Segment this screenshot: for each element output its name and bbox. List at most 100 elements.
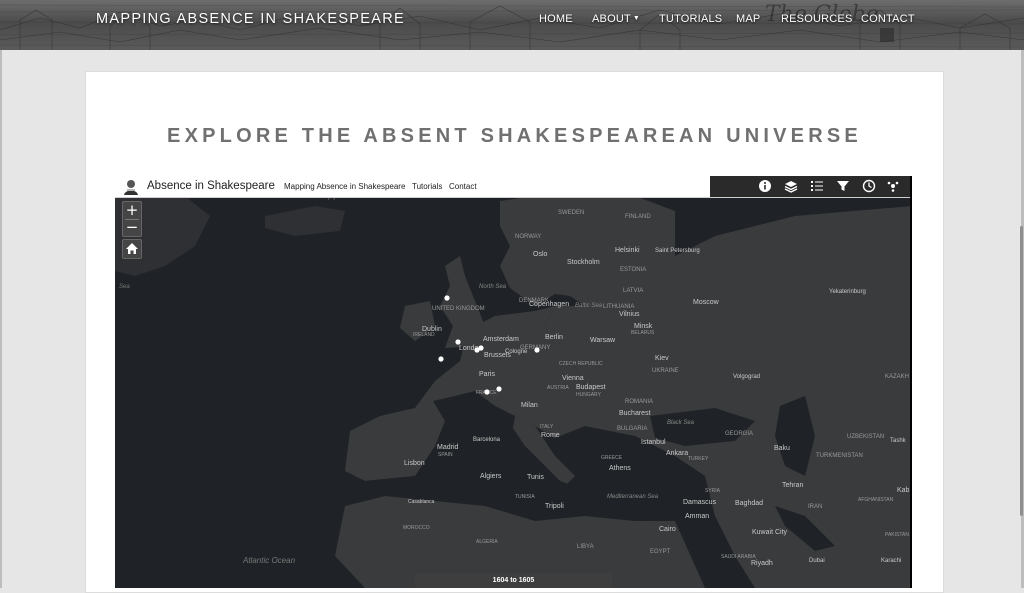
toolbar — [710, 176, 912, 197]
map-frame-edge — [910, 176, 912, 588]
site-header: The Globe MAPPING ABSENCE IN SHAKESPEARE… — [0, 0, 1024, 50]
map-label: NORWAY — [515, 234, 541, 240]
page-edge-left — [0, 50, 2, 588]
map-label: Baku — [774, 445, 790, 452]
home-button[interactable] — [122, 239, 142, 259]
nav-about-label: ABOUT — [592, 13, 631, 25]
scrollbar-thumb[interactable] — [1020, 226, 1023, 516]
nav-contact[interactable]: CONTACT — [861, 13, 915, 25]
map-label: LITHUANIA — [603, 304, 634, 310]
map-label: EGYPT — [650, 549, 671, 555]
locate-icon[interactable] — [886, 179, 900, 193]
map-label: Budapest — [576, 384, 606, 391]
map-label: Milan — [521, 402, 538, 409]
location-marker[interactable] — [478, 345, 484, 351]
location-marker[interactable] — [534, 347, 540, 353]
map-label: Atlantic Ocean — [242, 556, 296, 565]
nav-home[interactable]: HOME — [539, 13, 573, 25]
map-label: FINLAND — [625, 214, 651, 220]
map-label: Baghdad — [735, 500, 763, 507]
map-label: Mediterranean Sea — [607, 494, 659, 500]
map-label: Saint Petersburg — [655, 248, 700, 254]
map-label: Tripoli — [545, 503, 564, 510]
map-label: IRAN — [808, 504, 822, 510]
location-marker[interactable] — [484, 389, 490, 395]
page-title: EXPLORE THE ABSENT SHAKESPEAREAN UNIVERS… — [167, 125, 862, 147]
map-app-header: Absence in Shakespeare Mapping Absence i… — [115, 176, 912, 198]
map-label: Sea — [119, 284, 130, 290]
location-marker[interactable] — [455, 339, 461, 345]
map-label: Amsterdam — [483, 336, 519, 343]
map-label: UZBEKISTAN — [847, 434, 884, 440]
map-label: TURKMENISTAN — [816, 453, 863, 459]
map-label: Minsk — [634, 323, 653, 330]
map-canvas[interactable]: Reykjavik SWEDEN FINLAND NORWAY Oslo Hel… — [115, 176, 912, 588]
link-mapping-absence[interactable]: Mapping Absence in Shakespeare — [284, 182, 405, 191]
map-label: Athens — [609, 465, 631, 472]
map-label: Stockholm — [567, 259, 600, 266]
nav-map[interactable]: MAP — [736, 13, 760, 25]
map-label: Moscow — [693, 299, 720, 306]
map-label: Lisbon — [404, 460, 425, 467]
map-label: LATVIA — [623, 288, 643, 294]
layers-icon[interactable] — [784, 179, 798, 193]
map-label: Black Sea — [667, 420, 695, 426]
map-label: Copenhagen — [529, 301, 569, 308]
time-range-panel[interactable]: 1604 to 1605 — [415, 573, 612, 588]
map-label: AUSTRIA — [547, 385, 569, 391]
map-label: Amman — [685, 513, 709, 520]
map-label: BULGARIA — [617, 426, 647, 432]
filter-icon[interactable] — [836, 179, 850, 193]
map-label: AFGHANISTAN — [858, 497, 894, 503]
nav-about[interactable]: ABOUT ▼ — [592, 13, 640, 25]
map-label: MOROCCO — [403, 525, 430, 531]
map-label: TUNISIA — [515, 494, 535, 500]
map-label: TURKEY — [688, 456, 709, 462]
map-label: KAZAKH — [885, 374, 909, 380]
zoom-in-button[interactable]: + — [123, 202, 141, 219]
link-contact[interactable]: Contact — [449, 182, 477, 191]
nav-resources[interactable]: RESOURCES — [781, 13, 852, 25]
map-label: ROMANIA — [625, 399, 653, 405]
zoom-out-button[interactable]: − — [123, 219, 141, 236]
map-label: UKRAINE — [652, 368, 679, 374]
map-label: Dubai — [809, 558, 825, 564]
map-label: HUNGARY — [576, 392, 602, 398]
map-label: Karachi — [881, 558, 901, 564]
map-label: Kab — [897, 487, 910, 494]
map-label: Algiers — [480, 473, 502, 480]
map-app-title[interactable]: Absence in Shakespeare — [147, 180, 275, 192]
legend-icon[interactable] — [810, 179, 824, 193]
info-icon[interactable] — [758, 179, 772, 193]
map-label: Warsaw — [590, 337, 616, 344]
main-nav: HOME ABOUT ▼ TUTORIALS MAP RESOURCES CONT… — [0, 13, 1024, 33]
map-label: GEORGIA — [725, 431, 753, 437]
map-label: Riyadh — [751, 560, 773, 567]
map-label: Vilnius — [619, 311, 640, 318]
time-icon[interactable] — [862, 179, 876, 193]
map-label: LIBYA — [577, 544, 594, 550]
map-label: Rome — [541, 432, 560, 439]
map-label: Istanbul — [641, 439, 666, 446]
map-label: Tunis — [527, 474, 544, 481]
map-label: Berlin — [545, 334, 563, 341]
map-label: CZECH REPUBLIC — [559, 361, 603, 367]
map-label: SWEDEN — [558, 210, 584, 216]
map-label: Ankara — [666, 450, 688, 457]
zoom-control: + − — [122, 201, 142, 237]
map-label: Paris — [479, 371, 495, 378]
location-marker[interactable] — [496, 386, 502, 392]
map-label: Damascus — [683, 499, 717, 506]
caret-down-icon: ▼ — [632, 15, 641, 22]
nav-tutorials[interactable]: TUTORIALS — [659, 13, 722, 25]
link-tutorials[interactable]: Tutorials — [412, 182, 442, 191]
map-label: Cairo — [659, 526, 676, 533]
map-label: Volgograd — [733, 374, 760, 380]
map-label: ALGERIA — [476, 539, 498, 545]
map-app[interactable]: Reykjavik SWEDEN FINLAND NORWAY Oslo Hel… — [115, 176, 912, 588]
map-label: ESTONIA — [620, 267, 646, 273]
map-label: Baltic Sea — [575, 303, 603, 309]
location-marker[interactable] — [444, 295, 450, 301]
location-marker[interactable] — [438, 356, 444, 362]
map-label: Tashk — [890, 438, 907, 444]
